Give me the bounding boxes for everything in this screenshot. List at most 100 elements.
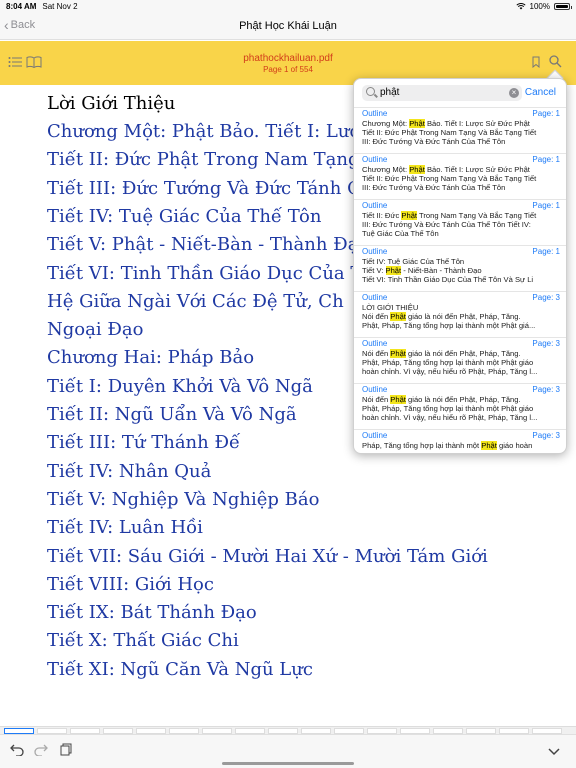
result-page: Page: 3 <box>532 339 560 348</box>
result-snippet-line: Phật, Pháp, Tăng tổng hợp lại thành một … <box>362 358 534 368</box>
toc-link[interactable]: Tiết II: Ngũ Uẩn Và Vô Ngã <box>47 404 297 425</box>
result-header: Outline Page: 3 <box>362 431 560 441</box>
toc-link[interactable]: Tiết VI: Tinh Thần Giáo Dục Của T <box>47 263 362 284</box>
result-snippet-line: Nói đến Phật giáo là nói đến Phật, Pháp,… <box>362 395 521 404</box>
result-snippet-line: Chương Một: Phật Bảo. Tiết I: Lược Sử Đứ… <box>362 165 530 174</box>
result-snippet-line: Phật, Pháp, Tăng tổng hợp lại thành một … <box>362 321 536 331</box>
battery-fill <box>556 4 568 8</box>
result-source: Outline <box>362 293 388 302</box>
result-page: Page: 1 <box>532 247 560 256</box>
clear-icon[interactable]: × <box>509 88 519 98</box>
toc-link[interactable]: Tiết IX: Bát Thánh Đạo <box>47 602 257 623</box>
result-snippet-line: Tiết VI: Tinh Thần Giáo Dục Của Thế Tôn … <box>362 275 534 285</box>
search-popover: phật × Cancel Outline Page: 1 Chương Một: … <box>353 78 567 454</box>
search-result-item[interactable]: Outline Page: 1 Chương Một: Phật Bảo. Tiết… <box>354 107 566 147</box>
undo-icon[interactable] <box>10 743 24 759</box>
search-result-item[interactable]: Outline Page: 1 Chương Một: Phật Bảo. Tiết… <box>354 153 566 193</box>
toc-link[interactable]: Tiết V: Phật - Niết-Bàn - Thành Đạo <box>47 234 369 255</box>
search-highlight: Phật <box>385 266 402 276</box>
toc-link[interactable]: Tiết IV: Luân Hồi <box>47 517 203 538</box>
result-snippet-line: Tiết II: Đức Phật Trong Nam Tạng Và Bắc … <box>362 128 537 138</box>
result-header: Outline Page: 3 <box>362 293 560 303</box>
result-snippet-line: III: Đức Tướng Và Đức Tánh Của Thế Tôn T… <box>362 220 531 230</box>
status-right: 100% <box>515 1 572 11</box>
result-source: Outline <box>362 431 388 440</box>
redo-icon[interactable] <box>34 743 48 759</box>
toc-link[interactable]: Tiết III: Tứ Thánh Đế <box>47 432 240 453</box>
result-page: Page: 1 <box>532 155 560 164</box>
toc-link[interactable]: Tiết IV: Nhân Quả <box>47 461 211 482</box>
toc-link[interactable]: Hệ Giữa Ngài Với Các Đệ Tử, Ch <box>47 291 344 312</box>
wifi-icon <box>515 2 526 10</box>
search-result-item[interactable]: Outline Page: 1 Tiết IV: Tuệ Giác Của Thế … <box>354 245 566 285</box>
result-snippet-line: Phật, Pháp, Tăng tổng hợp lại thành một … <box>362 404 534 414</box>
toc-link[interactable]: Tiết I: Duyên Khởi Và Vô Ngã <box>47 376 313 397</box>
search-highlight: Phật <box>390 312 406 322</box>
status-bar: 8:04 AM Sat Nov 2 100% <box>0 0 576 12</box>
thumbnail-strip[interactable] <box>0 726 576 734</box>
search-highlight: Phật <box>481 441 497 450</box>
search-result-item[interactable]: Outline Page: 3 Nói đến Phật giáo là nói đ… <box>354 337 566 377</box>
toc-link[interactable]: Tiết IV: Tuệ Giác Của Thế Tôn <box>47 206 321 227</box>
result-snippet-line: Nói đến Phật giáo là nói đến Phật, Pháp,… <box>362 312 521 322</box>
toc-link[interactable]: Chương Hai: Pháp Bảo <box>47 347 254 368</box>
result-snippet-line: Pháp, Tăng tổng hợp lại thành một Phật g… <box>362 441 533 450</box>
toc-link[interactable]: Tiết V: Nghiệp Và Nghiệp Báo <box>47 489 319 510</box>
navigation-bar: ‹ Back Phật Học Khái Luận <box>0 12 576 40</box>
pages-icon[interactable] <box>60 743 72 759</box>
result-header: Outline Page: 3 <box>362 385 560 395</box>
search-result-item[interactable]: Outline Page: 3 LỜI GIỚI THIỆU Nói đến Phật… <box>354 291 566 331</box>
result-page: Page: 3 <box>532 293 560 302</box>
toc-link[interactable]: Tiết VII: Sáu Giới - Mười Hai Xứ - Mười … <box>47 546 488 567</box>
result-page: Page: 3 <box>532 431 560 440</box>
search-result-item[interactable]: Outline Page: 3 Nói đến Phật giáo là nói đ… <box>354 383 566 423</box>
result-header: Outline Page: 1 <box>362 247 560 257</box>
result-snippet-line: LỜI GIỚI THIỆU <box>362 303 419 312</box>
result-snippet-line: Tiết V: Phật - Niết-Bàn - Thành Đạo <box>362 266 482 276</box>
result-snippet-line: III: Đức Tướng Và Đức Tánh Của Thế Tôn <box>362 137 506 147</box>
battery-percent: 100% <box>529 1 550 11</box>
toc-link[interactable]: Tiết VIII: Giới Học <box>47 574 214 595</box>
result-snippet-line: Nói đến Phật giáo là nói đến Phật, Pháp,… <box>362 349 521 358</box>
pdf-page-indicator: Page 1 of 554 <box>263 65 313 74</box>
search-icon <box>366 87 375 96</box>
page-title: Phật Học Khái Luận <box>239 20 337 32</box>
toc-link[interactable]: Tiết X: Thất Giác Chi <box>47 630 239 651</box>
search-highlight: Phật <box>401 211 418 220</box>
result-snippet-line: III: Đức Tướng Và Đức Tánh Của Thế Tôn <box>362 183 506 193</box>
result-snippet-line: hoàn chỉnh. Vì vậy, nếu hiểu rõ Phật, Ph… <box>362 413 538 423</box>
chevron-down-icon[interactable] <box>548 743 560 759</box>
result-source: Outline <box>362 247 388 256</box>
battery-icon <box>554 2 572 10</box>
bottom-toolbar <box>0 734 576 768</box>
search-highlight: Phật <box>390 349 406 358</box>
search-field[interactable]: phật × <box>362 85 522 101</box>
result-snippet-line: Tiết II: Đức Phật Trong Nam Tạng Và Bắc … <box>362 211 537 220</box>
toc-link[interactable]: Tiết XI: Ngũ Căn Và Ngũ Lực <box>47 659 313 680</box>
status-date: Sat Nov 2 <box>42 1 78 11</box>
toc-link[interactable]: Ngoại Đạo <box>47 319 143 340</box>
result-snippet-line: Tuệ Giác Của Thế Tôn <box>362 229 439 239</box>
result-snippet-line: hoàn chỉnh. Vì vậy, nếu hiểu rõ Phật, Ph… <box>362 367 538 377</box>
toc-heading: Lời Giới Thiệu <box>47 93 176 114</box>
toc-link[interactable]: Tiết II: Đức Phật Trong Nam Tạng V <box>47 149 378 170</box>
result-source: Outline <box>362 385 388 394</box>
toc-link[interactable]: Tiết III: Đức Tướng Và Đức Tánh Củ <box>47 178 372 199</box>
result-snippet-line: Chương Một: Phật Bảo. Tiết I: Lược Sử Đứ… <box>362 119 530 128</box>
result-source: Outline <box>362 155 388 164</box>
result-header: Outline Page: 3 <box>362 339 560 349</box>
search-result-item[interactable]: Outline Page: 1 Tiết II: Đức Phật Trong Na… <box>354 199 566 239</box>
search-result-item[interactable]: Outline Page: 3 Pháp, Tăng tổng hợp lại th… <box>354 429 566 450</box>
result-source: Outline <box>362 339 388 348</box>
bookmark-icon[interactable] <box>532 55 540 73</box>
toc-link[interactable]: Chương Một: Phật Bảo. Tiết I: Lược <box>47 121 370 142</box>
home-indicator <box>222 762 354 765</box>
search-highlight: Phật <box>409 165 425 174</box>
result-source: Outline <box>362 201 388 210</box>
result-page: Page: 1 <box>532 201 560 210</box>
result-snippet-line: Tiết II: Đức Phật Trong Nam Tạng Và Bắc … <box>362 174 537 184</box>
cancel-button[interactable]: Cancel <box>525 87 556 98</box>
search-highlight: Phật <box>390 395 406 404</box>
status-time: 8:04 AM <box>6 1 37 11</box>
search-input[interactable]: phật <box>380 87 399 98</box>
